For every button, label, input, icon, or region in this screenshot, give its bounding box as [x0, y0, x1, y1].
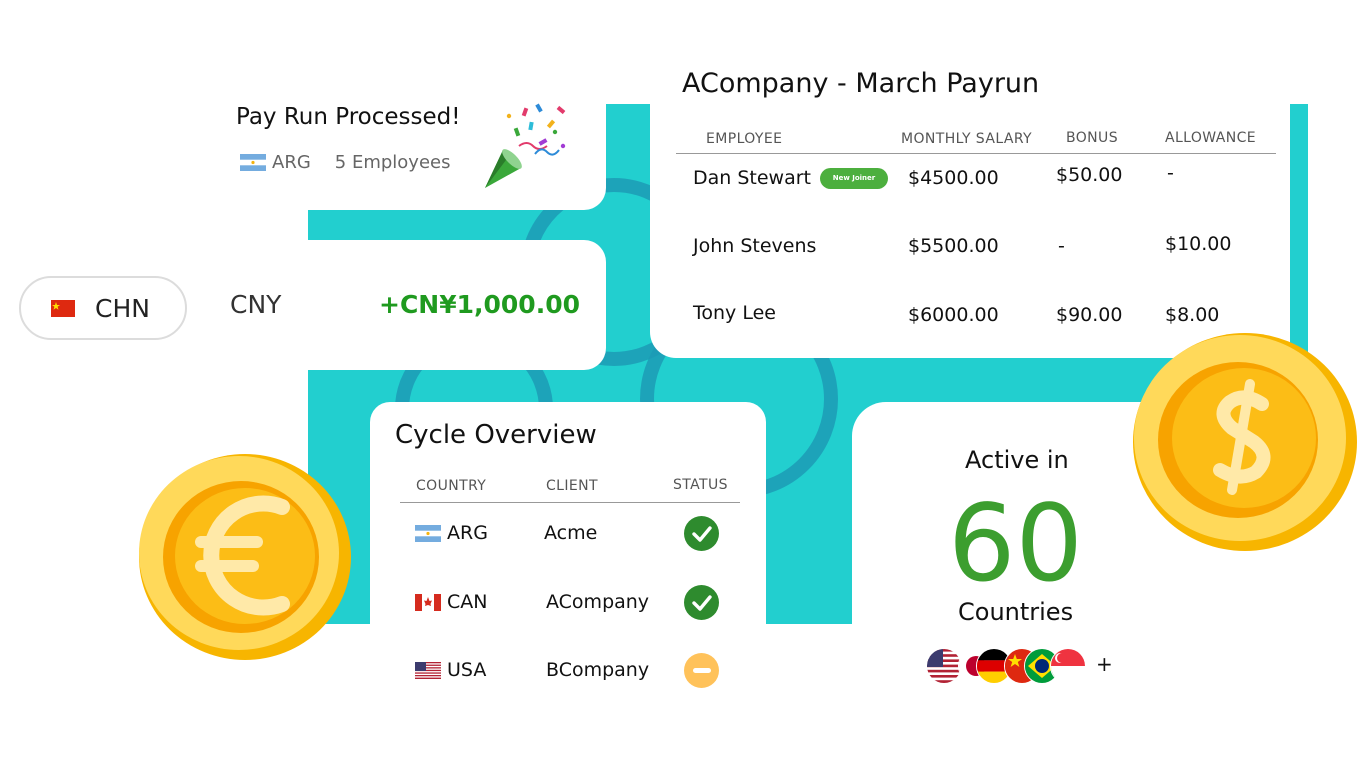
pay-run-country: ARG — [272, 152, 311, 173]
country-selector[interactable]: CHN — [19, 276, 187, 340]
cycle-overview-title: Cycle Overview — [395, 420, 597, 450]
singapore-flag-icon — [1050, 648, 1086, 684]
column-header-salary: MONTHLY SALARY — [901, 131, 1032, 147]
converted-amount: +CN¥1,000.00 — [379, 290, 580, 319]
dollar-coin-icon — [1132, 332, 1358, 556]
countries-label: Countries — [958, 598, 1074, 626]
usa-flag-icon — [926, 648, 962, 684]
table-row[interactable]: USA — [415, 659, 486, 681]
party-popper-icon — [479, 98, 569, 197]
payrun-title: ACompany - March Payrun — [682, 68, 1040, 99]
status-pending-icon — [684, 653, 719, 688]
country-code: USA — [447, 659, 487, 681]
country-code: CHN — [95, 293, 150, 323]
china-flag-icon — [51, 299, 75, 317]
table-row[interactable]: CAN — [415, 591, 487, 613]
allowance-cell: - — [1167, 162, 1174, 184]
more-countries-indicator: + — [1096, 652, 1113, 676]
country-count: 60 — [948, 482, 1083, 605]
client-name: BCompany — [546, 659, 650, 681]
pay-run-processed-card: Pay Run Processed! ARG 5 Employees — [214, 92, 606, 210]
country-code: CAN — [447, 591, 488, 613]
status-complete-icon — [684, 516, 719, 551]
salary-cell: $5500.00 — [908, 235, 999, 257]
cycle-overview-card: Cycle Overview COUNTRY CLIENT STATUS ARG… — [370, 402, 766, 702]
table-divider — [400, 502, 740, 503]
bonus-cell: $50.00 — [1056, 164, 1123, 186]
status-complete-icon — [684, 585, 719, 620]
allowance-cell: $10.00 — [1165, 233, 1232, 255]
column-header-employee: EMPLOYEE — [706, 131, 783, 147]
client-name: Acme — [544, 522, 598, 544]
bonus-cell: - — [1058, 235, 1065, 257]
pay-run-title: Pay Run Processed! — [236, 104, 461, 130]
new-joiner-badge: New Joiner — [820, 167, 888, 189]
column-header-allowance: ALLOWANCE — [1165, 130, 1257, 146]
argentina-flag-icon — [240, 154, 266, 171]
client-name: ACompany — [546, 591, 650, 613]
payrun-table-card: ACompany - March Payrun EMPLOYEE MONTHLY… — [650, 52, 1290, 358]
table-divider — [676, 153, 1276, 154]
bonus-cell: $90.00 — [1056, 304, 1123, 326]
currency-code: CNY — [230, 290, 282, 319]
column-header-status: STATUS — [673, 477, 728, 493]
argentina-flag-icon — [415, 524, 441, 542]
table-row[interactable]: Dan Stewart New Joiner — [693, 167, 888, 189]
employee-name[interactable]: John Stevens — [693, 235, 816, 257]
column-header-country: COUNTRY — [416, 478, 487, 494]
active-label: Active in — [965, 446, 1069, 474]
column-header-bonus: BONUS — [1066, 130, 1118, 146]
salary-cell: $4500.00 — [908, 167, 999, 189]
employee-name[interactable]: Tony Lee — [693, 302, 776, 324]
usa-flag-icon — [415, 661, 441, 679]
euro-coin-icon — [137, 452, 353, 666]
table-row[interactable]: ARG — [415, 522, 488, 544]
pay-run-employees: 5 Employees — [334, 152, 451, 173]
allowance-cell: $8.00 — [1165, 304, 1220, 326]
salary-cell: $6000.00 — [908, 304, 999, 326]
column-header-client: CLIENT — [546, 478, 598, 494]
canada-flag-icon — [415, 593, 441, 611]
pay-run-meta: ARG 5 Employees — [240, 152, 450, 173]
country-code: ARG — [447, 522, 488, 544]
employee-name: Dan Stewart — [693, 167, 811, 189]
amount-card: +CN¥1,000.00 — [308, 240, 606, 370]
